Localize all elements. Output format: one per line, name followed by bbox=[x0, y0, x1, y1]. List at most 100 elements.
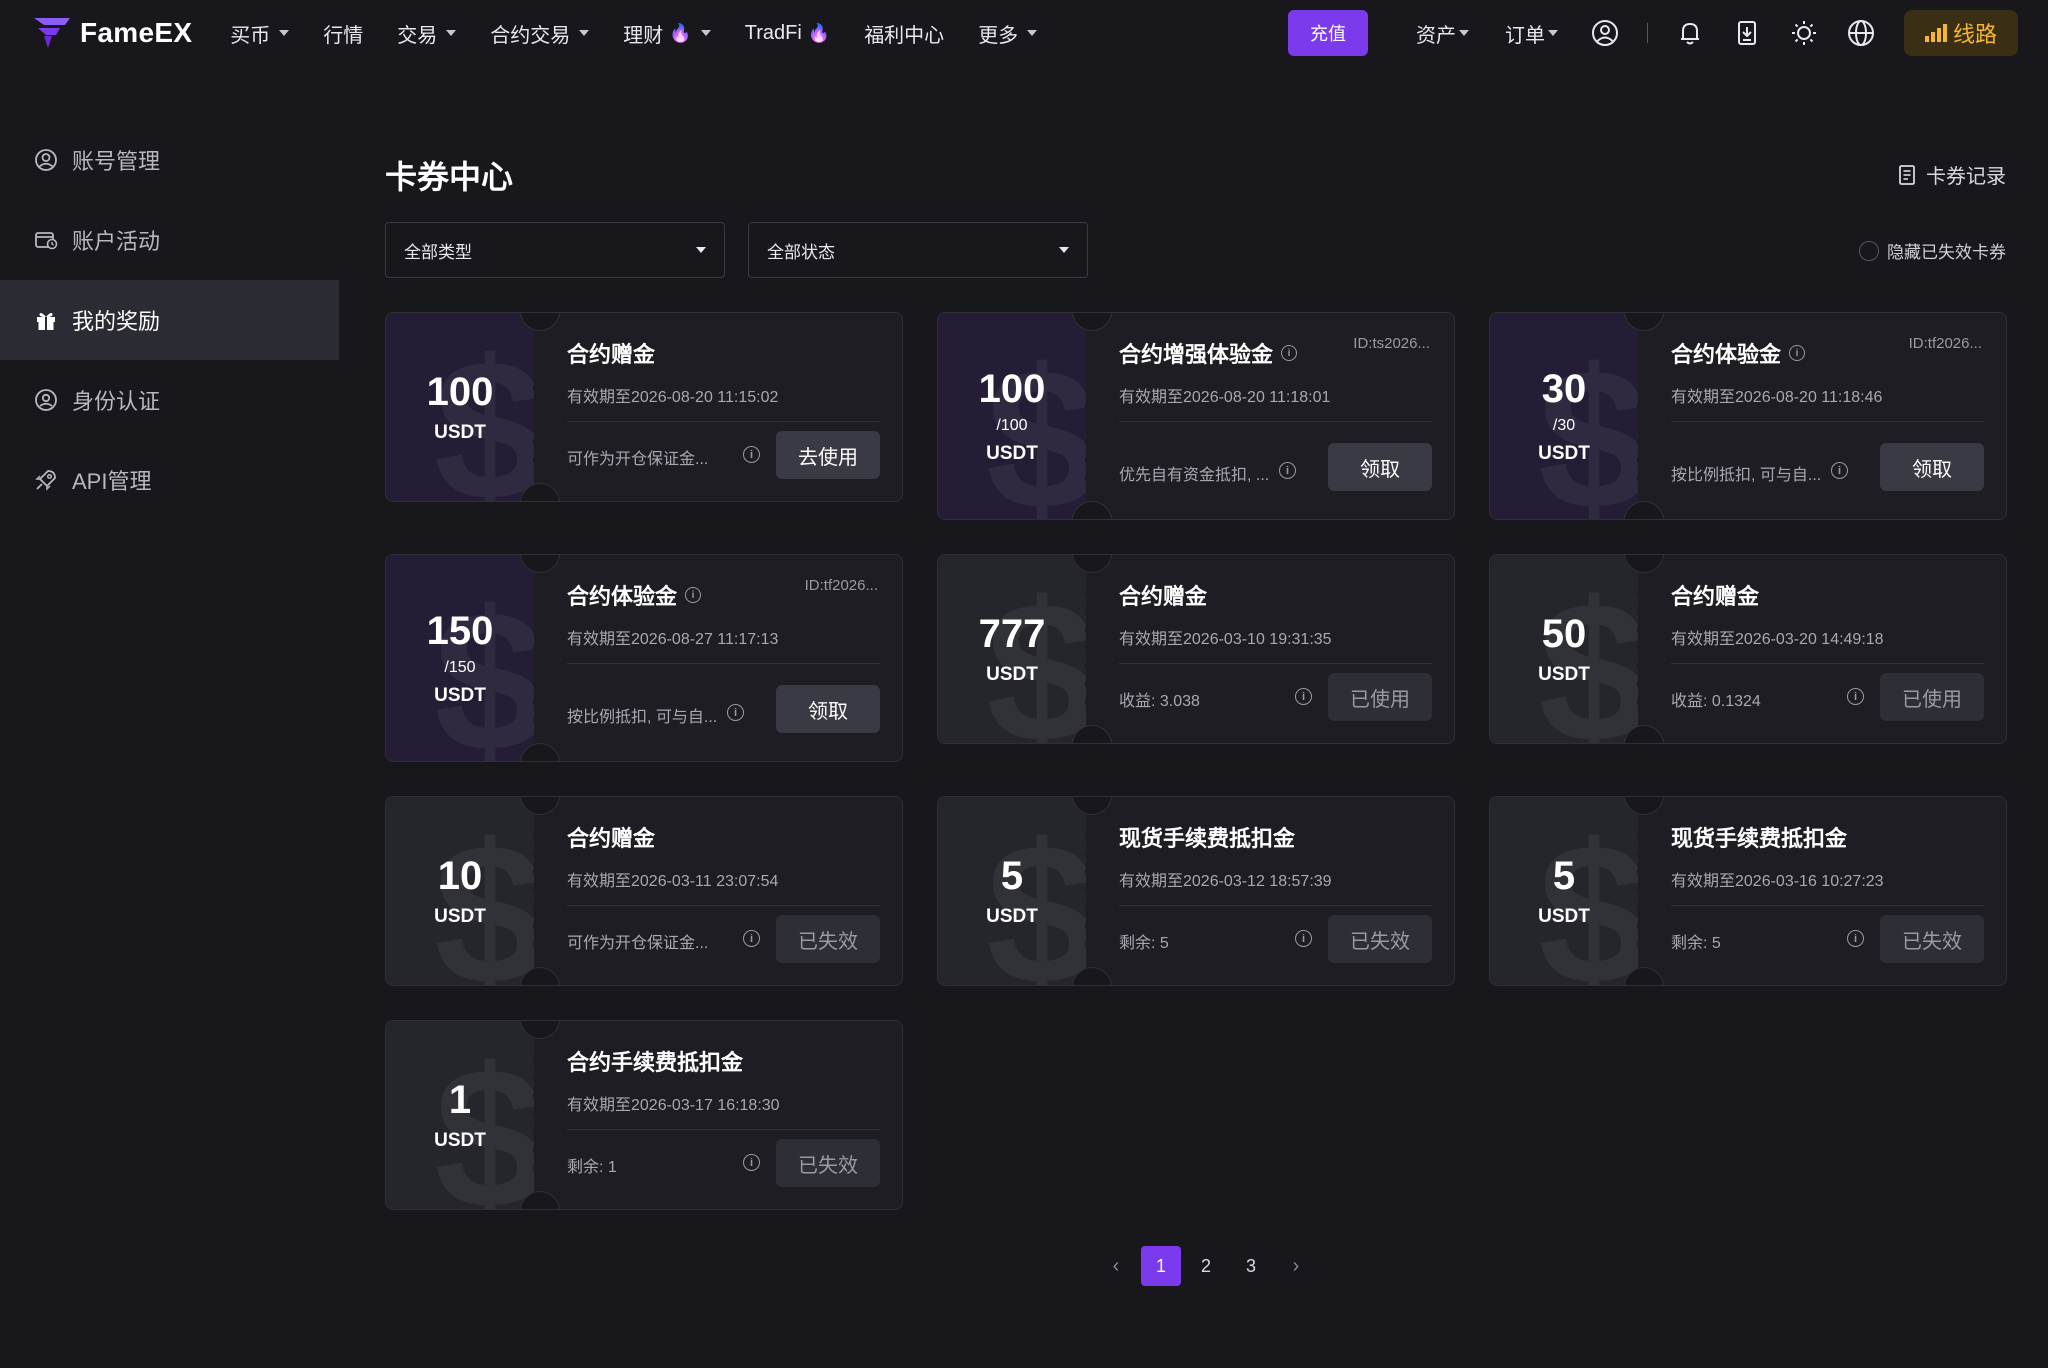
user-avatar-icon[interactable] bbox=[1590, 18, 1620, 48]
coupon-title-text: 合约赠金 bbox=[1119, 584, 1208, 609]
ticket-perforation bbox=[528, 343, 540, 471]
sidebar-item-4[interactable]: API管理 bbox=[0, 440, 339, 520]
coupon-details: 合约增强体验金 i ID:ts2026... 有效期至2026-08-20 11:18… bbox=[1119, 313, 1432, 519]
document-icon bbox=[1899, 164, 1915, 185]
coupon-card: $5 USDT 现货手续费抵扣金有效期至2026-03-16 10:27:23 剩余:… bbox=[1489, 796, 2007, 986]
nav-item-6[interactable]: 福利中心 bbox=[864, 19, 944, 48]
deposit-button[interactable]: 充值 bbox=[1288, 10, 1368, 56]
nav-item-4[interactable]: 理财 🔥 bbox=[623, 19, 711, 48]
coupon-card: $100 USDT 合约赠金有效期至2026-08-20 11:15:02 可作为开仓… bbox=[385, 312, 903, 502]
coupon-amount: 100 bbox=[978, 367, 1046, 411]
coupon-unit: USDT bbox=[986, 906, 1038, 927]
download-icon[interactable] bbox=[1732, 18, 1762, 48]
info-icon[interactable]: i bbox=[685, 587, 702, 603]
coupon-action-button[interactable]: 已失效 bbox=[1328, 915, 1432, 963]
info-icon[interactable]: i bbox=[1295, 688, 1312, 705]
coupon-amount: 777 bbox=[978, 612, 1046, 656]
nav-item-7[interactable]: 更多 bbox=[978, 19, 1038, 48]
coupon-description: 按比例抵扣, 可与自... bbox=[1671, 467, 1822, 484]
pagination-page-3[interactable]: 3 bbox=[1231, 1246, 1271, 1286]
info-icon[interactable]: i bbox=[1281, 345, 1298, 361]
coupon-title: 合约赠金 bbox=[1119, 579, 1207, 611]
sidebar-item-1[interactable]: 账户活动 bbox=[0, 200, 339, 280]
pagination-next-button[interactable]: › bbox=[1276, 1246, 1316, 1286]
coupon-sub-amount: /30 bbox=[1552, 417, 1576, 434]
hide-expired-checkbox[interactable] bbox=[1859, 240, 1879, 261]
coupon-details: 现货手续费抵扣金 有效期至2026-03-16 10:27:23 剩余: 5 i 已失效 bbox=[1671, 797, 1984, 985]
info-icon[interactable]: i bbox=[1295, 930, 1312, 947]
info-icon[interactable]: i bbox=[743, 930, 760, 947]
sidebar-item-label: 账户活动 bbox=[72, 229, 161, 254]
nav-item-label: 交易 bbox=[397, 24, 438, 47]
info-icon[interactable]: i bbox=[727, 704, 744, 721]
coupon-action-button[interactable]: 已使用 bbox=[1328, 673, 1432, 721]
nav-item-label: 理财 bbox=[623, 24, 664, 47]
coupon-action-button[interactable]: 去使用 bbox=[776, 431, 880, 479]
nav-item-0[interactable]: 买币 bbox=[230, 19, 290, 48]
coupon-action-button[interactable]: 领取 bbox=[1880, 443, 1984, 491]
coupon-action-button[interactable]: 已使用 bbox=[1880, 673, 1984, 721]
assets-menu[interactable]: 资产 bbox=[1416, 19, 1469, 48]
coupon-details: 合约赠金 有效期至2026-08-20 11:15:02 可作为开仓保证金... i 去… bbox=[567, 313, 880, 501]
coupon-action-button[interactable]: 已失效 bbox=[776, 1139, 880, 1187]
sidebar-item-3[interactable]: 身份认证 bbox=[0, 360, 339, 440]
info-icon[interactable]: i bbox=[743, 1154, 760, 1171]
coupon-records-link[interactable]: 卡券记录 bbox=[1898, 160, 2006, 189]
coupon-action-button[interactable]: 已失效 bbox=[1880, 915, 1984, 963]
coupon-card: $150/150USDT合约体验金iID:tf2026...有效期至2026-0… bbox=[385, 554, 903, 762]
coupon-card: $777 USDT 合约赠金有效期至2026-03-10 19:31:35 收益: 3… bbox=[937, 554, 1455, 744]
coupon-expiry: 有效期至2026-03-10 19:31:35 bbox=[1119, 631, 1332, 648]
coupon-title-text: 合约手续费抵扣金 bbox=[567, 1050, 744, 1075]
coupon-divider bbox=[1671, 421, 1984, 422]
ticket-perforation bbox=[1632, 827, 1644, 955]
wallet-clock-icon bbox=[35, 232, 58, 250]
coupon-title: 合约体验金 i bbox=[567, 579, 702, 611]
coupon-amount: 150 bbox=[426, 609, 494, 653]
info-icon[interactable]: i bbox=[1847, 930, 1864, 947]
nav-item-label: 行情 bbox=[323, 24, 364, 47]
nav-item-3[interactable]: 合约交易 bbox=[490, 19, 590, 48]
info-icon[interactable]: i bbox=[743, 446, 760, 463]
coupon-action-button[interactable]: 领取 bbox=[1328, 443, 1432, 491]
sidebar-item-0[interactable]: 账号管理 bbox=[0, 120, 339, 200]
nav-item-label: 更多 bbox=[978, 24, 1019, 47]
hide-expired-toggle[interactable]: 隐藏已失效卡券 bbox=[1859, 238, 2006, 263]
route-button[interactable]: 线路 bbox=[1904, 10, 2018, 56]
type-filter-value: 全部类型 bbox=[404, 242, 472, 262]
sidebar-item-2[interactable]: 我的奖励 bbox=[0, 280, 339, 360]
coupon-amount-panel: $100 USDT bbox=[386, 313, 534, 501]
info-icon[interactable]: i bbox=[1789, 345, 1806, 361]
dropdown-arrow-icon bbox=[1059, 247, 1069, 253]
type-filter-select[interactable]: 全部类型 bbox=[385, 222, 725, 278]
info-icon[interactable]: i bbox=[1831, 462, 1848, 479]
info-icon[interactable]: i bbox=[1279, 462, 1296, 479]
coupon-details: 合约体验金 i ID:tf2026... 有效期至2026-08-20 11:18:4… bbox=[1671, 313, 1984, 519]
orders-menu[interactable]: 订单 bbox=[1505, 19, 1558, 48]
assets-label: 资产 bbox=[1416, 24, 1456, 47]
nav-item-5[interactable]: TradFi 🔥 bbox=[745, 22, 830, 45]
info-icon[interactable]: i bbox=[1847, 688, 1864, 705]
globe-icon[interactable] bbox=[1846, 18, 1876, 48]
sidebar: 账号管理账户活动我的奖励 身份认证 API管理 bbox=[0, 120, 339, 520]
dollar-watermark-icon: $ bbox=[986, 573, 1086, 744]
sidebar-item-label: 账号管理 bbox=[72, 149, 161, 174]
ticket-perforation bbox=[1632, 343, 1644, 489]
nav-item-2[interactable]: 交易 bbox=[397, 19, 457, 48]
bell-icon[interactable] bbox=[1675, 18, 1705, 48]
coupon-action-button[interactable]: 已失效 bbox=[776, 915, 880, 963]
coupon-action-button[interactable]: 领取 bbox=[776, 685, 880, 733]
coupon-unit: USDT bbox=[1538, 443, 1590, 464]
pagination-page-2[interactable]: 2 bbox=[1186, 1246, 1226, 1286]
pagination-prev-button[interactable]: ‹ bbox=[1096, 1246, 1136, 1286]
theme-sun-icon[interactable] bbox=[1789, 18, 1819, 48]
coupon-description: 剩余: 1 bbox=[567, 1159, 617, 1176]
nav-item-1[interactable]: 行情 bbox=[323, 19, 363, 48]
dollar-watermark-icon: $ bbox=[434, 331, 534, 502]
coupon-title: 合约赠金 bbox=[567, 337, 655, 369]
fameex-logo-icon bbox=[34, 18, 70, 48]
logo[interactable]: FameEX bbox=[32, 16, 192, 50]
pagination-page-1[interactable]: 1 bbox=[1141, 1246, 1181, 1286]
status-filter-select[interactable]: 全部状态 bbox=[748, 222, 1088, 278]
coupon-amount-panel: $10 USDT bbox=[386, 797, 534, 985]
coupon-amount-panel: $50 USDT bbox=[1490, 555, 1638, 743]
